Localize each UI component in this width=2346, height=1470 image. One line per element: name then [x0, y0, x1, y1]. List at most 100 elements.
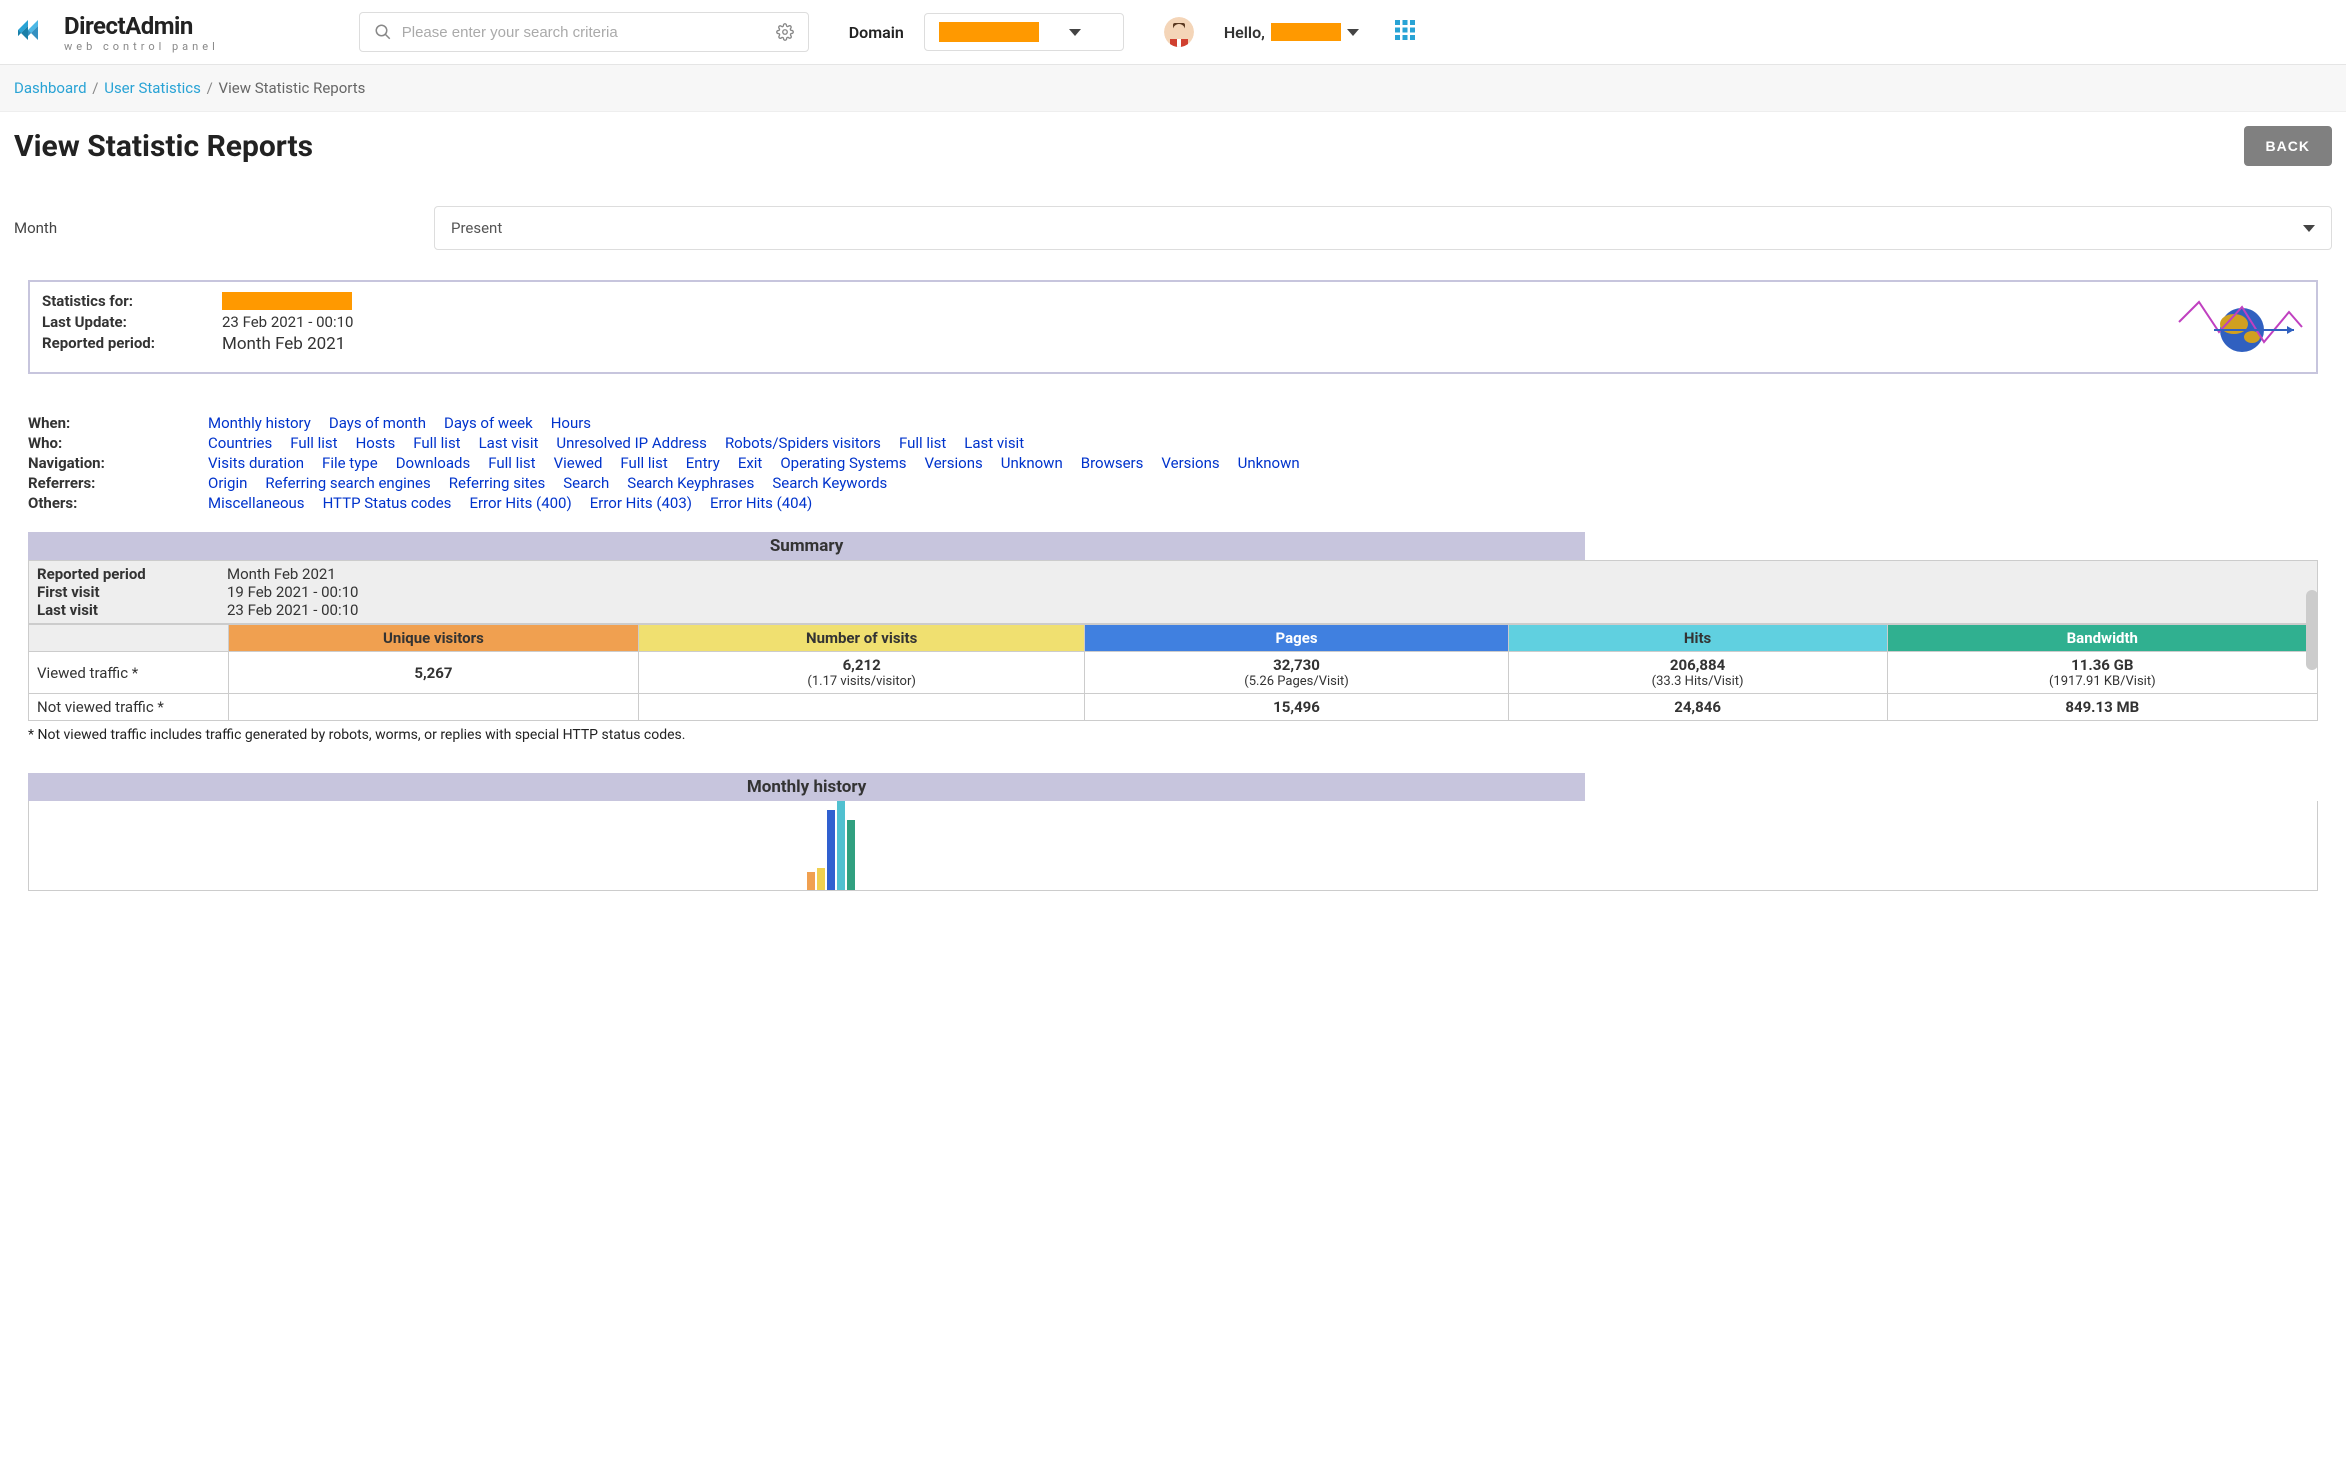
bar-bandwidth — [847, 820, 855, 890]
bar-number-of-visits — [817, 868, 825, 890]
nav-link[interactable]: Downloads — [396, 454, 471, 472]
logo-text: DirectAdmin web control panel — [64, 12, 219, 53]
not-viewed-bandwidth: 849.13 MB — [1887, 694, 2317, 721]
nav-link[interactable]: File type — [322, 454, 378, 472]
nav-link[interactable]: Referring search engines — [265, 474, 430, 492]
breadcrumb-current: View Statistic Reports — [219, 79, 366, 97]
nav-link[interactable]: Countries — [208, 434, 272, 452]
username-redacted — [1271, 23, 1341, 41]
month-select-value: Present — [451, 219, 502, 237]
nav-link[interactable]: Referring sites — [449, 474, 545, 492]
chart-bars — [807, 801, 855, 890]
nav-link[interactable]: Unknown — [1001, 454, 1063, 472]
avatar[interactable] — [1164, 17, 1194, 47]
monthly-history-heading: Monthly history — [28, 773, 1585, 801]
apps-grid-icon[interactable] — [1393, 18, 1417, 46]
viewed-pages: 32,730 — [1093, 656, 1499, 674]
summary-reported-period-value: Month Feb 2021 — [227, 565, 2309, 583]
viewed-bandwidth: 11.36 GB — [1896, 656, 2309, 674]
nav-link[interactable]: Full list — [413, 434, 460, 452]
hello-user[interactable]: Hello, — [1224, 23, 1359, 42]
nav-link[interactable]: Visits duration — [208, 454, 304, 472]
nav-link[interactable]: Monthly history — [208, 414, 311, 432]
nav-link[interactable]: Robots/Spiders visitors — [725, 434, 881, 452]
nav-link[interactable]: Full list — [899, 434, 946, 452]
summary-first-visit-label: First visit — [37, 583, 227, 601]
search-input[interactable] — [402, 24, 766, 41]
nav-link[interactable]: Search — [563, 474, 609, 492]
nav-link[interactable]: Versions — [1161, 454, 1219, 472]
chevron-down-icon — [2303, 225, 2315, 232]
nav-link[interactable]: Full list — [488, 454, 535, 472]
nav-link[interactable]: Entry — [686, 454, 720, 472]
nav-link[interactable]: Miscellaneous — [208, 494, 305, 512]
nav-link[interactable]: Operating Systems — [780, 454, 906, 472]
page-title: View Statistic Reports — [14, 129, 313, 164]
nav-link[interactable]: Exit — [738, 454, 763, 472]
domain-select[interactable] — [924, 13, 1124, 51]
gear-icon[interactable] — [776, 23, 794, 41]
col-unique-visitors: Unique visitors — [229, 625, 639, 652]
viewed-number-of-visits: 6,212 — [647, 656, 1077, 674]
summary-reported-period-label: Reported period — [37, 565, 227, 583]
chevron-down-icon — [1069, 29, 1081, 36]
nav-link[interactable]: Full list — [290, 434, 337, 452]
nav-referrers-links: Origin Referring search engines Referring … — [208, 474, 2318, 492]
bar-unique-visitors — [807, 872, 815, 890]
nav-link[interactable]: Unresolved IP Address — [556, 434, 707, 452]
nav-who-links: Countries Full list Hosts Full list Last vis… — [208, 434, 2318, 452]
logo[interactable]: DirectAdmin web control panel — [14, 10, 219, 54]
month-select[interactable]: Present — [434, 206, 2332, 250]
scrollbar-thumb[interactable] — [2306, 590, 2318, 670]
nav-when-label: When: — [28, 414, 208, 432]
nav-referrers-label: Referrers: — [28, 474, 208, 492]
nav-link[interactable]: Hosts — [356, 434, 396, 452]
viewed-bandwidth-ratio: (1917.91 KB/Visit) — [1896, 674, 2309, 689]
nav-navigation-links: Visits duration File type Downloads Full li… — [208, 454, 2318, 472]
nav-link[interactable]: Hours — [551, 414, 591, 432]
viewed-visits-ratio: (1.17 visits/visitor) — [647, 674, 1077, 689]
col-number-of-visits: Number of visits — [638, 625, 1085, 652]
statistics-for-value-redacted — [222, 292, 352, 310]
nav-link[interactable]: Error Hits (403) — [590, 494, 692, 512]
nav-link[interactable]: Origin — [208, 474, 247, 492]
nav-link[interactable]: Versions — [924, 454, 982, 472]
main-content: View Statistic Reports BACK Month Presen… — [0, 112, 2346, 905]
back-button[interactable]: BACK — [2244, 126, 2332, 166]
nav-when-links: Monthly history Days of month Days of week… — [208, 414, 2318, 432]
viewed-traffic-label: Viewed traffic * — [29, 652, 229, 694]
last-update-value: 23 Feb 2021 - 00:10 — [222, 313, 353, 331]
nav-link[interactable]: Search Keywords — [772, 474, 887, 492]
breadcrumb: Dashboard / User Statistics / View Stati… — [0, 65, 2346, 112]
nav-link[interactable]: Last visit — [479, 434, 539, 452]
awstats-logo-icon — [2174, 292, 2304, 362]
nav-link[interactable]: Unknown — [1238, 454, 1300, 472]
nav-link[interactable]: Search Keyphrases — [627, 474, 754, 492]
nav-navigation-label: Navigation: — [28, 454, 208, 472]
summary-meta: Reported period Month Feb 2021 First vis… — [28, 560, 2318, 624]
nav-link[interactable]: HTTP Status codes — [323, 494, 452, 512]
nav-link[interactable]: Error Hits (400) — [469, 494, 571, 512]
nav-link[interactable]: Days of week — [444, 414, 533, 432]
nav-others-links: Miscellaneous HTTP Status codes Error Hits… — [208, 494, 2318, 512]
breadcrumb-dashboard[interactable]: Dashboard — [14, 79, 87, 97]
nav-link[interactable]: Browsers — [1081, 454, 1144, 472]
nav-link[interactable]: Full list — [620, 454, 667, 472]
not-viewed-traffic-label: Not viewed traffic * — [29, 694, 229, 721]
bar-pages — [827, 810, 835, 890]
breadcrumb-separator: / — [92, 79, 98, 97]
nav-link[interactable]: Days of month — [329, 414, 426, 432]
nav-link[interactable]: Last visit — [964, 434, 1024, 452]
summary-heading: Summary — [28, 532, 1585, 560]
brand-name: DirectAdmin — [64, 12, 219, 40]
search-box[interactable] — [359, 12, 809, 52]
nav-link[interactable]: Viewed — [554, 454, 603, 472]
viewed-hits: 206,884 — [1517, 656, 1879, 674]
breadcrumb-user-statistics[interactable]: User Statistics — [104, 79, 201, 97]
domain-value-redacted — [939, 22, 1039, 42]
last-update-label: Last Update: — [42, 313, 222, 331]
nav-link[interactable]: Error Hits (404) — [710, 494, 812, 512]
not-viewed-number-of-visits — [638, 694, 1085, 721]
nav-links-block: When: Monthly history Days of month Days o… — [28, 414, 2318, 512]
stats-header-box: Statistics for: Last Update: 23 Feb 2021… — [28, 280, 2318, 374]
